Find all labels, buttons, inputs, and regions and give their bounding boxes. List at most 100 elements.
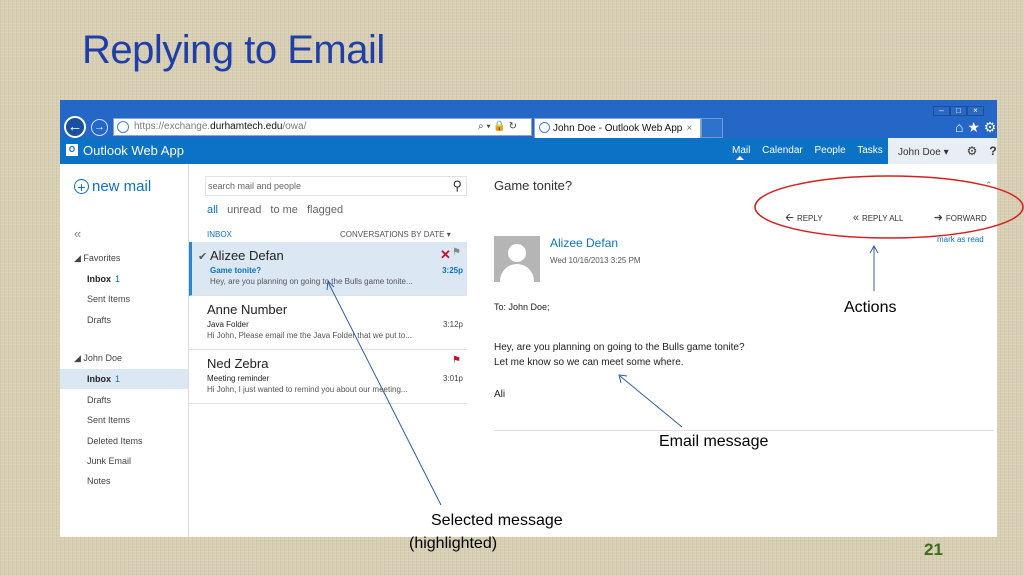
nav-calendar[interactable]: Calendar [762, 145, 803, 156]
folder-sent-items[interactable]: Sent Items [87, 415, 130, 425]
delete-x-icon[interactable]: ✕ [440, 247, 451, 263]
folder-notes[interactable]: Notes [87, 476, 111, 486]
favorites-sent-items[interactable]: Sent Items [87, 294, 130, 304]
ie-page-icon [117, 121, 129, 133]
message-item[interactable]: Anne Number Java Folder 3:12p Hi John, P… [189, 296, 467, 350]
tab-close-icon[interactable]: × [686, 123, 692, 134]
search-icon[interactable]: ⚲ [452, 177, 462, 195]
app-title: Outlook Web App [83, 143, 184, 158]
unread-count: 1 [115, 274, 121, 284]
plus-icon: + [74, 179, 89, 194]
outlook-screenshot: – □ × ← → https://exchange.durhamtech.edu/… [60, 100, 997, 537]
reply-arrow-icon: 🡨 [785, 212, 794, 224]
flag-icon[interactable]: ⚑ [452, 355, 461, 366]
folder-junk-email[interactable]: Junk Email [87, 456, 131, 466]
owa-header: O Outlook Web App Mail Calendar People T… [60, 138, 997, 164]
new-tab-button[interactable] [701, 118, 723, 138]
email-body-line: Hey, are you planning on going to the Bu… [494, 342, 745, 353]
message-subject: Game tonite? [210, 266, 262, 275]
flag-icon[interactable]: ⚑ [452, 247, 461, 258]
filter-all[interactable]: all [207, 204, 218, 216]
message-subject: Java Folder [207, 320, 249, 329]
user-area: John Doe ▾ ⚙? [888, 138, 997, 164]
url-path: /owa/ [282, 121, 307, 132]
account-header[interactable]: ◢ John Doe [74, 353, 122, 364]
to-line: To: John Doe; [494, 302, 550, 312]
mark-as-read-link[interactable]: mark as read [937, 235, 984, 244]
message-subject: Meeting reminder [207, 374, 270, 383]
email-message-callout: Email message [659, 433, 769, 450]
browser-home-favorites-tools-icons[interactable]: ⌂ ★ ⚙ [955, 118, 996, 136]
message-sender: Alizee Defan [210, 248, 284, 263]
message-preview: Hey, are you planning on going to the Bu… [210, 277, 413, 286]
reading-subject: Game tonite? [494, 178, 573, 193]
folder-deleted-items[interactable]: Deleted Items [87, 436, 143, 446]
search-input[interactable]: search mail and people ⚲ [205, 176, 467, 196]
collapse-pane-icon[interactable]: « [74, 226, 81, 241]
selected-message-callout: Selected message [431, 512, 563, 529]
new-mail-label: new mail [92, 178, 152, 195]
email-body-line: Let me know so we can meet some where. [494, 357, 684, 368]
page-number: 21 [924, 540, 943, 559]
filter-flagged[interactable]: flagged [307, 204, 343, 216]
settings-gear-icon[interactable]: ⚙ [967, 144, 978, 158]
address-controls[interactable]: ⌕ ▾ 🔒 ↻ [478, 118, 517, 136]
reply-all-arrow-icon: « [852, 212, 859, 224]
new-mail-button[interactable]: + new mail [74, 178, 151, 196]
browser-tab[interactable]: John Doe - Outlook Web App × [534, 118, 701, 138]
forward-arrow-icon: ➜ [933, 212, 943, 224]
message-sender: Anne Number [207, 302, 288, 317]
favorites-inbox[interactable]: Inbox 1 [87, 274, 120, 284]
favorites-header[interactable]: ◢ Favorites [74, 253, 120, 264]
favorites-drafts[interactable]: Drafts [87, 315, 111, 325]
forward-arrow-icon[interactable]: → [91, 119, 108, 136]
collapse-icon[interactable]: ⌃ [985, 180, 993, 191]
folder-label: Inbox [87, 274, 111, 284]
from-name[interactable]: Alizee Defan [550, 236, 618, 250]
close-window-icon[interactable]: × [967, 106, 984, 116]
selected-folder-highlight [60, 369, 188, 389]
owa-nav: Mail Calendar People Tasks [732, 138, 892, 164]
checkmark-icon[interactable]: ✔ [198, 250, 207, 263]
reply-button[interactable]: 🡨 REPLY [785, 212, 837, 224]
user-menu[interactable]: John Doe ▾ [898, 147, 949, 158]
sender-avatar [494, 236, 540, 282]
forward-button[interactable]: ➜ FORWARD [933, 212, 997, 224]
nav-people[interactable]: People [815, 145, 846, 156]
nav-tasks[interactable]: Tasks [857, 145, 883, 156]
sort-dropdown[interactable]: CONVERSATIONS BY DATE ▾ [340, 230, 451, 239]
message-sender: Ned Zebra [207, 356, 269, 371]
filter-unread[interactable]: unread [227, 204, 261, 216]
message-list-pane: search mail and people ⚲ all unread to me… [188, 164, 467, 537]
folder-pane: + new mail « ◢ Favorites Inbox 1 Sent Item… [60, 164, 188, 537]
help-icon[interactable]: ? [989, 144, 996, 158]
view-filters: all unread to me flagged [207, 204, 349, 216]
url-domain: durhamtech.edu [210, 121, 283, 132]
folder-inbox[interactable]: Inbox 1 [87, 374, 120, 384]
message-actions: 🡨REPLY «REPLY ALL ➜FORWARD ••• [785, 209, 997, 228]
tab-page-icon [539, 122, 550, 133]
message-time: 3:25p [442, 266, 463, 275]
message-item[interactable]: Ned Zebra ⚑ Meeting reminder 3:01p Hi Jo… [189, 350, 467, 404]
search-placeholder: search mail and people [208, 181, 302, 191]
divider [494, 430, 994, 431]
minimize-icon[interactable]: – [933, 106, 950, 116]
actions-callout: Actions [844, 299, 897, 316]
email-body-signature: Ali [494, 389, 506, 400]
owa-logo-icon: O [66, 144, 78, 156]
from-date: Wed 10/16/2013 3:25 PM [550, 256, 641, 265]
nav-mail[interactable]: Mail [732, 145, 750, 156]
inbox-label: INBOX [207, 230, 232, 239]
message-preview: Hi John, Please email me the Java Folder… [207, 331, 412, 340]
folder-label: Inbox [87, 374, 111, 384]
filter-to-me[interactable]: to me [270, 204, 298, 216]
maximize-icon[interactable]: □ [950, 106, 967, 116]
forward-label: FORWARD [945, 214, 987, 223]
folder-drafts[interactable]: Drafts [87, 395, 111, 405]
message-time: 3:01p [442, 374, 463, 383]
slide-title: Replying to Email [82, 28, 385, 72]
reply-all-button[interactable]: «REPLY ALL [852, 212, 918, 224]
address-bar[interactable]: https://exchange.durhamtech.edu/owa/ [113, 118, 532, 136]
message-item-selected[interactable]: ✔ Alizee Defan ✕ ⚑ Game tonite? 3:25p He… [189, 242, 467, 296]
back-arrow-icon[interactable]: ← [64, 116, 86, 138]
